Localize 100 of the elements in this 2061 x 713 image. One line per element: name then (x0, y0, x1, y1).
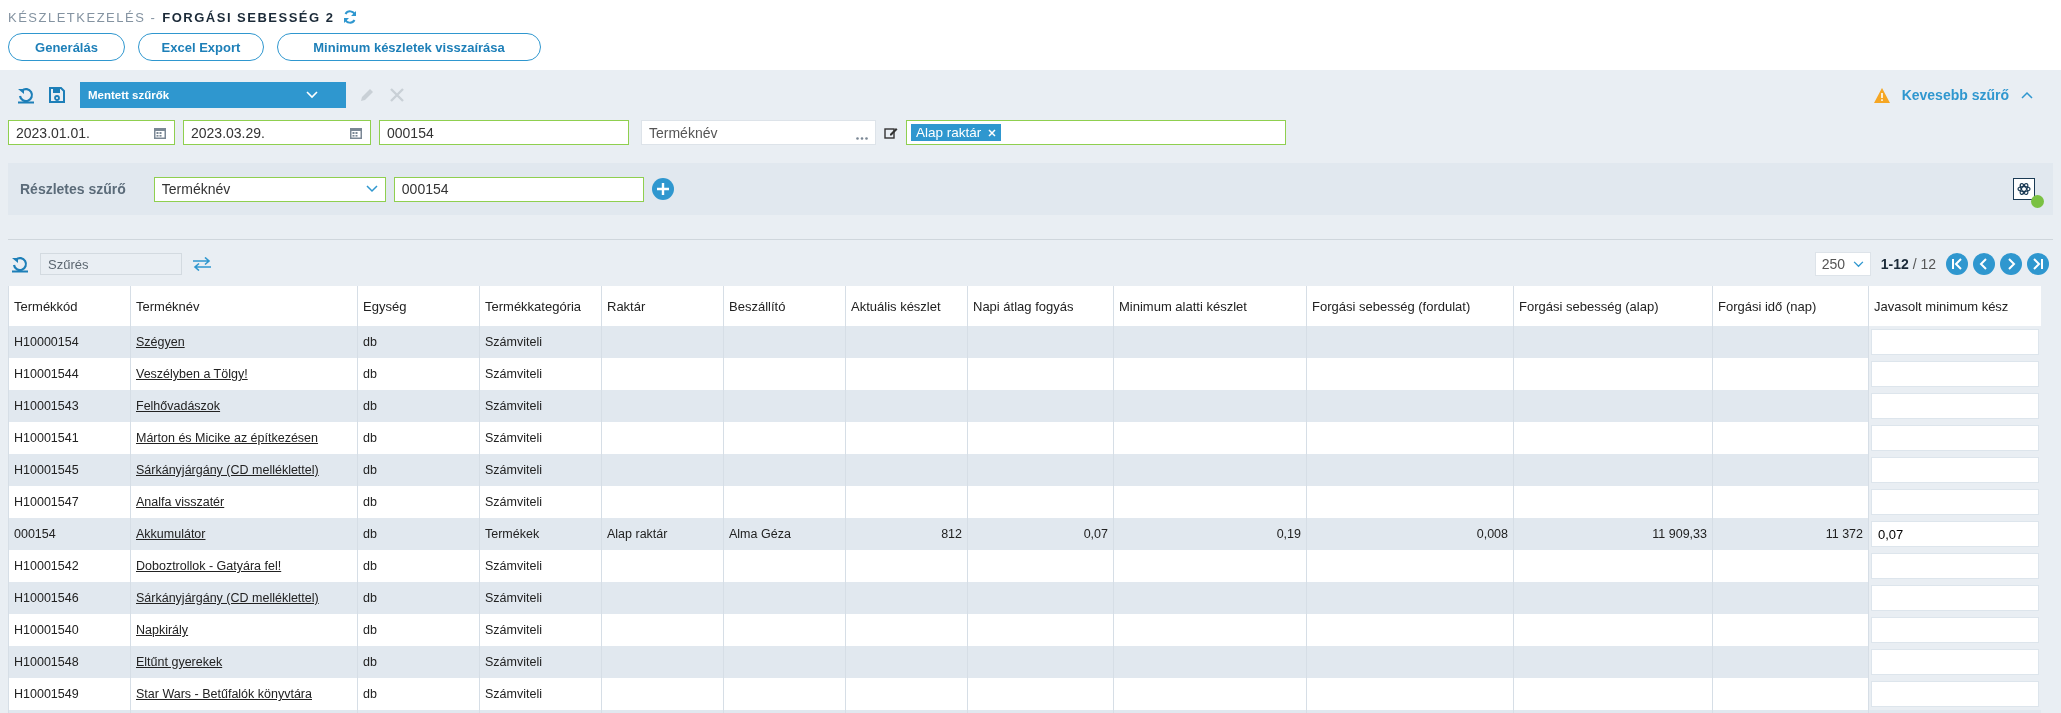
breadcrumb-section: KÉSZLETKEZELÉS - (8, 9, 157, 25)
suggested-minimum-input[interactable] (1871, 457, 2039, 483)
suggested-minimum-input[interactable] (1871, 617, 2039, 643)
refresh-icon[interactable] (342, 9, 359, 25)
table-cell: 812 (941, 527, 962, 541)
product-link[interactable]: Napkirály (136, 623, 189, 637)
suggested-minimum-input[interactable] (1871, 681, 2039, 707)
search-field[interactable]: Szűrés (40, 253, 182, 275)
column-header[interactable]: Beszállító (729, 298, 786, 314)
product-field[interactable]: Terméknév (641, 120, 876, 145)
table-cell: db (363, 591, 377, 605)
first-page-icon[interactable] (1946, 253, 1968, 275)
table-cell: db (363, 463, 377, 477)
table-cell: 11 909,33 (1652, 527, 1707, 541)
table-cell: H10001546 (14, 591, 79, 605)
table-cell: 0,19 (1276, 527, 1301, 541)
table-cell: 0,008 (1476, 527, 1508, 541)
table-cell: db (363, 623, 377, 637)
action-button[interactable]: Minimum készletek visszaírása (277, 33, 541, 61)
table-cell: H10001541 (14, 431, 79, 445)
suggested-minimum-input[interactable] (1871, 649, 2039, 675)
product-link[interactable]: Eltűnt gyerekek (136, 655, 223, 669)
last-page-icon[interactable] (2027, 253, 2049, 275)
table-cell: H10001547 (14, 495, 79, 509)
table-cell: 000154 (14, 527, 56, 541)
reset-icon[interactable] (10, 255, 30, 273)
table-cell: H10001544 (14, 367, 79, 381)
table-cell: 0,07 (1083, 527, 1108, 541)
table-cell: H10000154 (14, 335, 79, 349)
table-cell: H10001548 (14, 655, 79, 669)
table-cell: Számviteli (485, 431, 542, 445)
table-cell: H10001543 (14, 399, 79, 413)
warning-icon (1873, 87, 1890, 103)
chevron-down-icon[interactable] (1852, 260, 1864, 268)
table-cell: Számviteli (485, 335, 542, 349)
page-size-select[interactable]: 250 (1814, 252, 1871, 276)
chevron-up-icon[interactable] (2021, 91, 2033, 99)
table-cell: Számviteli (485, 399, 542, 413)
table-cell: Termékek (485, 527, 540, 541)
detailed-filter-label: Részletes szűrő (20, 181, 126, 197)
date-from-field[interactable]: 2023.01.01. (8, 120, 175, 145)
suggested-minimum-input[interactable] (1871, 553, 2039, 579)
remove-icon[interactable] (988, 128, 997, 137)
table-cell: Számviteli (485, 687, 542, 701)
table-cell: Számviteli (485, 367, 542, 381)
table-cell: db (363, 367, 377, 381)
reset-icon[interactable] (16, 86, 36, 104)
calendar-icon[interactable] (153, 125, 167, 140)
column-header[interactable]: Egység (363, 298, 407, 314)
product-link[interactable]: Akkumulátor (136, 527, 206, 541)
status-dot (2031, 195, 2044, 208)
suggested-minimum-input[interactable] (1871, 425, 2039, 451)
table-cell: db (363, 431, 377, 445)
column-header[interactable]: Raktár (607, 298, 646, 314)
more-icon[interactable] (856, 137, 868, 140)
table-cell: db (363, 335, 377, 349)
table-cell: db (363, 495, 377, 509)
add-icon[interactable] (651, 178, 674, 200)
table-cell: 11 372 (1825, 527, 1863, 541)
date-to-field[interactable]: 2023.03.29. (183, 120, 371, 145)
suggested-minimum-input[interactable] (1871, 489, 2039, 515)
edit-icon[interactable] (884, 125, 898, 140)
filter-field-select[interactable]: Terméknév (153, 176, 386, 202)
filter-value-field[interactable]: 000154 (393, 176, 644, 202)
suggested-minimum-input[interactable] (1871, 585, 2039, 611)
table-cell: Számviteli (485, 495, 542, 509)
suggested-minimum-input[interactable] (1871, 361, 2039, 387)
table-cell: H10001549 (14, 687, 79, 701)
table-cell: Számviteli (485, 655, 542, 669)
chevron-down-icon[interactable] (365, 185, 378, 193)
table-cell: db (363, 399, 377, 413)
table-cell: Számviteli (485, 623, 542, 637)
page-title: FORGÁSI SEBESSÉG 2 (162, 9, 335, 25)
table-cell: db (363, 527, 377, 541)
page-range: 1-12 / 12 (1880, 256, 1936, 272)
swap-icon[interactable] (192, 257, 212, 271)
action-button[interactable]: Generálás (8, 33, 125, 61)
suggested-minimum-input[interactable] (1871, 393, 2039, 419)
table-cell: H10001540 (14, 623, 79, 637)
product-link[interactable]: Analfa visszatér (136, 495, 225, 509)
table-cell: db (363, 687, 377, 701)
save-icon[interactable] (48, 86, 66, 104)
column-header[interactable]: Terméknév (136, 298, 200, 314)
table-cell: Számviteli (485, 559, 542, 573)
table-cell: H10001545 (14, 463, 79, 477)
table-cell: db (363, 559, 377, 573)
calendar-icon[interactable] (349, 125, 363, 140)
next-page-icon[interactable] (2000, 253, 2022, 275)
suggested-minimum-input[interactable]: 0,07 (1871, 521, 2039, 547)
product-link[interactable]: Szégyen (136, 335, 185, 349)
code-field[interactable]: 000154 (379, 120, 629, 145)
suggested-minimum-input[interactable] (1871, 329, 2039, 355)
table-cell: Alap raktár (607, 527, 668, 541)
previous-page-icon[interactable] (1973, 253, 1995, 275)
product-link[interactable]: Felhővadászok (136, 399, 221, 413)
table-cell: Alma Géza (729, 527, 791, 541)
action-button[interactable]: Excel Export (138, 33, 264, 61)
table-cell: db (363, 655, 377, 669)
table-cell: Számviteli (485, 591, 542, 605)
table-cell: H10001542 (14, 559, 79, 573)
